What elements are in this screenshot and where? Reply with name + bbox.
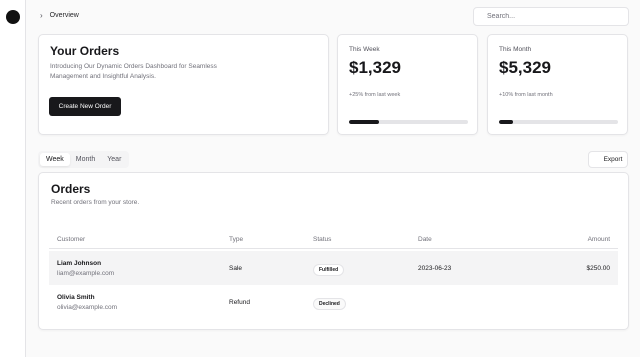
top-bar: › Overview bbox=[26, 0, 640, 34]
column-header-date: Date bbox=[418, 236, 432, 243]
hero-title: Your Orders bbox=[50, 44, 120, 58]
stat-value: $1,329 bbox=[349, 58, 401, 77]
order-type: Refund bbox=[229, 299, 250, 306]
customer-name: Olivia Smith bbox=[57, 294, 95, 301]
progress-bar bbox=[349, 120, 468, 124]
orders-card: Orders Recent orders from your store. Cu… bbox=[38, 172, 629, 330]
column-header-type: Type bbox=[229, 236, 244, 243]
progress-fill bbox=[499, 120, 514, 124]
progress-fill bbox=[349, 120, 379, 124]
stat-label: This Week bbox=[349, 46, 380, 53]
tab-year[interactable]: Year bbox=[101, 153, 127, 166]
breadcrumb: › Overview bbox=[40, 11, 79, 20]
status-badge: Declined bbox=[313, 298, 346, 310]
order-type: Sale bbox=[229, 265, 243, 272]
table-row[interactable]: Olivia Smith olivia@example.com Refund D… bbox=[49, 285, 618, 319]
hero-description: Introducing Our Dynamic Orders Dashboard… bbox=[50, 63, 217, 80]
table-row[interactable]: Liam Johnson liam@example.com Sale Fulfi… bbox=[49, 251, 618, 285]
chevron-right-icon: › bbox=[40, 11, 43, 20]
stat-note: +10% from last month bbox=[499, 92, 553, 98]
tab-month[interactable]: Month bbox=[70, 153, 101, 166]
stat-note: +25% from last week bbox=[349, 92, 401, 98]
column-header-customer: Customer bbox=[57, 236, 86, 243]
column-header-amount: Amount bbox=[587, 236, 610, 243]
orders-subtitle: Recent orders from your store. bbox=[51, 199, 140, 206]
stat-label: This Month bbox=[499, 46, 532, 53]
orders-title: Orders bbox=[51, 182, 91, 196]
export-button[interactable]: Export bbox=[588, 151, 628, 168]
search-input[interactable] bbox=[473, 7, 629, 26]
your-orders-card: Your Orders Introducing Our Dynamic Orde… bbox=[38, 34, 329, 135]
tab-week[interactable]: Week bbox=[40, 153, 70, 166]
order-date: 2023-06-23 bbox=[418, 265, 452, 272]
logo-icon[interactable] bbox=[6, 10, 20, 24]
table-header: Customer Type Status Date Amount bbox=[49, 231, 618, 249]
create-new-order-button[interactable]: Create New Order bbox=[49, 97, 121, 116]
stat-value: $5,329 bbox=[499, 58, 551, 77]
period-tabs: Week Month Year bbox=[38, 151, 130, 168]
status-badge: Fulfilled bbox=[313, 264, 345, 276]
customer-name: Liam Johnson bbox=[57, 260, 102, 267]
side-rail bbox=[0, 0, 26, 357]
stat-card-month: This Month $5,329 +10% from last month bbox=[487, 34, 628, 135]
customer-email: olivia@example.com bbox=[57, 304, 118, 311]
breadcrumb-overview[interactable]: Overview bbox=[50, 12, 79, 19]
column-header-status: Status bbox=[313, 236, 332, 243]
customer-email: liam@example.com bbox=[57, 270, 115, 277]
stat-card-week: This Week $1,329 +25% from last week bbox=[337, 34, 478, 135]
order-amount: $250.00 bbox=[586, 265, 611, 272]
progress-bar bbox=[499, 120, 618, 124]
